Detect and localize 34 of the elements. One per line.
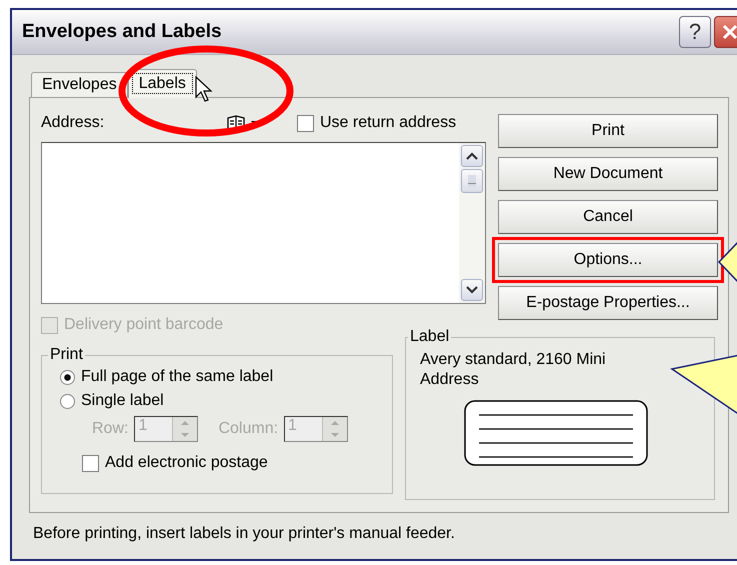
dialog-button[interactable]: Options... (498, 243, 718, 277)
dialog-button[interactable]: E-postage Properties... (498, 286, 718, 320)
radio-label: Full page of the same label (81, 368, 274, 386)
spinner-label: Row: (92, 420, 128, 438)
callout-pointer (670, 354, 737, 416)
label-description: Avery standard, 2160 Mini Address (420, 350, 607, 390)
dialog-button[interactable]: Print (498, 114, 718, 148)
footer-note: Before printing, insert labels in your printer's manual feeder. (33, 525, 456, 543)
checkbox-label: Delivery point barcode (64, 316, 224, 334)
address-field[interactable] (41, 142, 486, 304)
help-button[interactable]: ? (679, 16, 711, 48)
scrollbar[interactable] (459, 143, 485, 303)
group-title: Print (49, 346, 84, 364)
radio-label: Single label (81, 392, 164, 410)
window-title: Envelopes and Labels (22, 21, 222, 43)
chevron-up-icon (466, 152, 478, 160)
group-title: Label (409, 328, 450, 346)
dialog-button[interactable]: Cancel (498, 200, 718, 234)
scroll-up-button[interactable] (461, 145, 483, 167)
add-electronic-postage-checkbox[interactable]: Add electronic postage (60, 454, 382, 472)
checkbox-label: Add electronic postage (105, 454, 268, 472)
scroll-thumb[interactable] (461, 169, 483, 193)
address-label: Address: (41, 114, 106, 132)
radio-button[interactable]: Full page of the same label (60, 368, 382, 386)
spinner-label: Column: (218, 420, 278, 438)
close-button[interactable] (714, 16, 737, 48)
cursor-icon (195, 76, 213, 102)
tab[interactable]: Labels (128, 69, 197, 98)
scroll-down-button[interactable] (461, 279, 483, 301)
radio-button[interactable]: Single label (60, 392, 382, 410)
chevron-down-icon (466, 286, 478, 294)
close-icon (721, 23, 737, 41)
tab[interactable]: Envelopes (31, 72, 128, 97)
dialog-button[interactable]: New Document (498, 157, 718, 191)
